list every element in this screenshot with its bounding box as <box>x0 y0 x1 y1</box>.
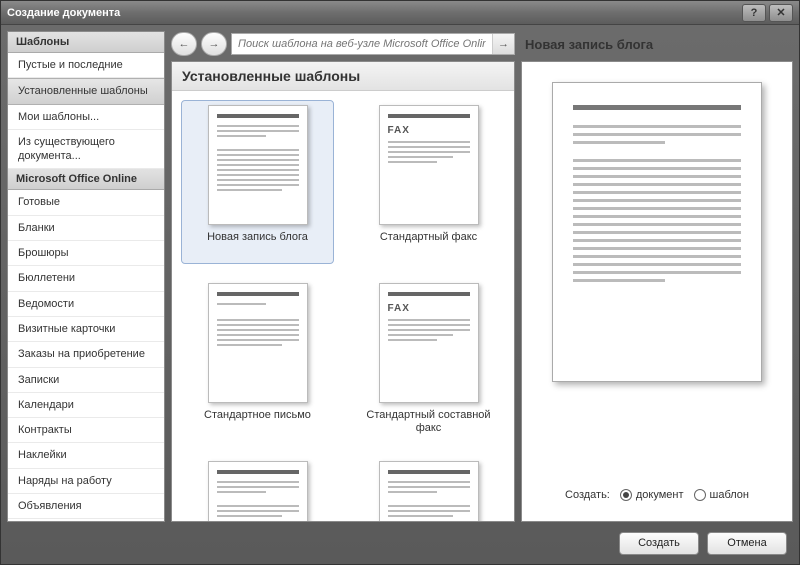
sidebar-item[interactable]: Контракты <box>8 418 164 443</box>
cancel-button[interactable]: Отмена <box>707 532 787 555</box>
template-item[interactable]: Новая запись блога <box>182 101 333 263</box>
dialog-body: Шаблоны Пустые и последниеУстановленные … <box>7 31 793 522</box>
close-icon: ✕ <box>776 6 785 19</box>
sidebar-item[interactable]: Наряды на работу <box>8 469 164 494</box>
sidebar-item[interactable]: Календари <box>8 393 164 418</box>
toolbar: ← → → <box>171 31 515 57</box>
template-item[interactable] <box>182 457 333 521</box>
sidebar-item[interactable]: Записки <box>8 368 164 393</box>
window-title: Создание документа <box>7 7 120 19</box>
sidebar-item[interactable]: Объявления <box>8 494 164 519</box>
sidebar-item[interactable]: Установленные шаблоны <box>8 78 164 104</box>
radio-template-label: шаблон <box>710 489 749 501</box>
template-thumb <box>208 105 308 225</box>
panel-heading: Установленные шаблоны <box>172 62 514 91</box>
sidebar-header-online: Microsoft Office Online <box>8 169 164 190</box>
search-box: → <box>231 33 515 55</box>
sidebar-item[interactable]: Наклейки <box>8 443 164 468</box>
arrow-right-icon: → <box>209 38 220 50</box>
template-thumb: FAX <box>379 105 479 225</box>
template-label: Новая запись блога <box>207 231 308 259</box>
template-label: Стандартное письмо <box>204 409 311 437</box>
radio-dot-icon <box>694 489 706 501</box>
preview-page <box>552 82 762 382</box>
titlebar: Создание документа ? ✕ <box>1 1 799 25</box>
search-go-button[interactable]: → <box>492 34 514 54</box>
template-thumb <box>208 283 308 403</box>
sidebar-item[interactable]: Готовые <box>8 190 164 215</box>
template-label: Стандартный факс <box>380 231 477 259</box>
forward-button[interactable]: → <box>201 32 227 56</box>
template-thumb <box>379 461 479 521</box>
sidebar-item[interactable]: Бюллетени <box>8 266 164 291</box>
template-label: Стандартный составной факс <box>357 409 500 437</box>
sidebar-item[interactable]: Пустые и последние <box>8 53 164 78</box>
sidebar-item[interactable]: Бланки <box>8 216 164 241</box>
dialog-window: Создание документа ? ✕ Шаблоны Пустые и … <box>0 0 800 565</box>
template-item[interactable]: Стандартное письмо <box>182 279 333 441</box>
back-button[interactable]: ← <box>171 32 197 56</box>
preview-title: Новая запись блога <box>521 31 793 57</box>
create-button[interactable]: Создать <box>619 532 699 555</box>
sidebar-item[interactable]: Брошюры <box>8 241 164 266</box>
radio-document[interactable]: документ <box>620 489 684 501</box>
sidebar-header-templates: Шаблоны <box>8 32 164 53</box>
search-input[interactable] <box>232 38 492 50</box>
arrow-right-icon: → <box>498 38 509 50</box>
sidebar-item[interactable]: Открытки <box>8 519 164 522</box>
template-item[interactable] <box>353 457 504 521</box>
create-type-row: Создать: документ шаблон <box>532 477 782 501</box>
sidebar-item[interactable]: Визитные карточки <box>8 317 164 342</box>
footer: Создать Отмена <box>1 528 799 564</box>
radio-document-label: документ <box>636 489 684 501</box>
radio-template[interactable]: шаблон <box>694 489 749 501</box>
sidebar-item[interactable]: Из существующего документа... <box>8 130 164 170</box>
create-label: Создать: <box>565 489 610 501</box>
close-button[interactable]: ✕ <box>769 4 793 22</box>
sidebar-item[interactable]: Заказы на приобретение <box>8 342 164 367</box>
sidebar-item[interactable]: Ведомости <box>8 292 164 317</box>
template-item[interactable]: FAX Стандартный факс <box>353 101 504 263</box>
template-thumb <box>208 461 308 521</box>
template-thumb: FAX <box>379 283 479 403</box>
sidebar-item[interactable]: Мои шаблоны... <box>8 105 164 130</box>
preview-panel: Создать: документ шаблон <box>521 61 793 522</box>
help-button[interactable]: ? <box>742 4 766 22</box>
template-scroll[interactable]: Новая запись блога FAX Стандартный факс Ста… <box>172 91 514 521</box>
arrow-left-icon: ← <box>179 38 190 50</box>
radio-dot-icon <box>620 489 632 501</box>
main-column: ← → → Установленные шаблоны Новая запись… <box>171 31 515 522</box>
template-item[interactable]: FAX Стандартный составной факс <box>353 279 504 441</box>
preview-column: Новая запись блога Создать: документ шаб <box>521 31 793 522</box>
sidebar: Шаблоны Пустые и последниеУстановленные … <box>7 31 165 522</box>
templates-panel: Установленные шаблоны Новая запись блога… <box>171 61 515 522</box>
